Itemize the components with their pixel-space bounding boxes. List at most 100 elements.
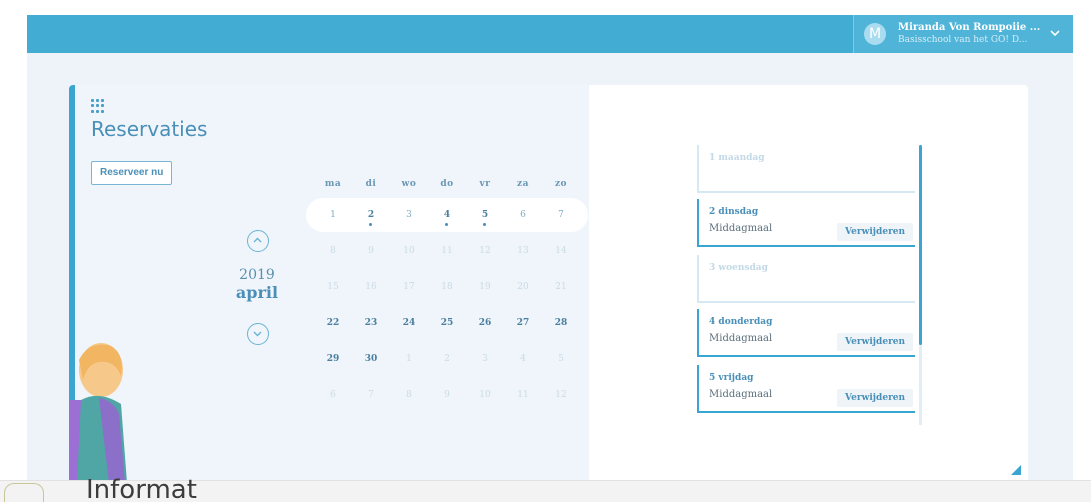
calendar-day[interactable]: 14	[542, 233, 580, 269]
calendar-week[interactable]: 8 9 10 11 12 13 14	[314, 233, 600, 269]
calendar-grid: ma di wo do vr za zo 1 2 3 4 5 6 7 8 9 10 11 12 13 14 15 16 17…	[306, 171, 600, 413]
calendar-day[interactable]: 6	[504, 197, 542, 233]
calendar-day[interactable]: 19	[466, 269, 504, 305]
day-list-item[interactable]: 1 maandag	[697, 145, 915, 193]
calendar-day[interactable]: 3	[390, 197, 428, 233]
calendar-week[interactable]: 15 16 17 18 19 20 21	[314, 269, 600, 305]
meal-label: Middagmaal	[709, 389, 773, 400]
calendar-day[interactable]: 2	[352, 197, 390, 233]
calendar-day-number: 15	[327, 282, 339, 292]
calendar-day[interactable]: 11	[504, 377, 542, 413]
calendar-day-number: 7	[558, 210, 564, 220]
calendar-day[interactable]: 8	[390, 377, 428, 413]
page-title: Reservaties	[91, 117, 208, 141]
calendar-day[interactable]: 8	[314, 233, 352, 269]
day-label: 5 vrijdag	[709, 373, 754, 383]
calendar-day[interactable]: 7	[542, 197, 580, 233]
day-list-panel: 1 maandag 2 dinsdag Middagmaal Verwijderen 3…	[589, 85, 1028, 483]
watermark-bar: Informat	[0, 475, 1091, 502]
calendar-day[interactable]: 21	[542, 269, 580, 305]
calendar-week[interactable]: 1 2 3 4 5 6 7	[306, 197, 600, 233]
calendar-day[interactable]: 24	[390, 305, 428, 341]
calendar-day[interactable]: 11	[428, 233, 466, 269]
calendar-day-number: 5	[558, 354, 564, 364]
weekday-header: ma di wo do vr za zo	[314, 171, 600, 197]
calendar-week[interactable]: 22 23 24 25 26 27 28	[314, 305, 600, 341]
previous-month-button[interactable]	[247, 230, 269, 252]
calendar-day[interactable]: 7	[352, 377, 390, 413]
user-menu[interactable]: M Miranda Von Rompoiie ... Basisschool v…	[853, 15, 1073, 53]
calendar-weeks: 1 2 3 4 5 6 7 8 9 10 11 12 13 14 15 16 17 18 19 20 21 22 23 24 2…	[306, 197, 600, 413]
student-illustration	[69, 343, 127, 483]
delete-button[interactable]: Verwijderen	[837, 223, 914, 241]
calendar-day[interactable]: 13	[504, 233, 542, 269]
day-list-item[interactable]: 2 dinsdag Middagmaal Verwijderen	[697, 199, 915, 247]
calendar-day-number: 12	[479, 246, 491, 256]
calendar-week[interactable]: 6 7 8 9 10 11 12	[314, 377, 600, 413]
calendar-day[interactable]: 9	[352, 233, 390, 269]
calendar-day[interactable]: 4	[504, 341, 542, 377]
resize-handle-icon[interactable]	[1011, 465, 1021, 475]
chevron-down-icon[interactable]	[1049, 27, 1061, 39]
calendar-day[interactable]: 6	[314, 377, 352, 413]
calendar-day[interactable]: 30	[352, 341, 390, 377]
calendar-day[interactable]: 25	[428, 305, 466, 341]
calendar-day[interactable]: 5	[542, 341, 580, 377]
calendar-day[interactable]: 1	[314, 197, 352, 233]
weekday-label: ma	[324, 179, 342, 189]
weekday-label: wo	[401, 179, 417, 189]
day-list-item[interactable]: 5 vrijdag Middagmaal Verwijderen	[697, 365, 915, 413]
calendar-day-number: 12	[555, 390, 567, 400]
calendar-day[interactable]: 12	[466, 233, 504, 269]
weekday-label: vr	[479, 179, 491, 189]
informat-logo	[4, 483, 44, 502]
day-label: 1 maandag	[709, 153, 765, 163]
calendar-day[interactable]: 27	[504, 305, 542, 341]
calendar-day[interactable]: 18	[428, 269, 466, 305]
calendar-day[interactable]: 17	[390, 269, 428, 305]
delete-button[interactable]: Verwijderen	[837, 333, 914, 351]
weekday-label: di	[365, 179, 377, 189]
calendar-day[interactable]: 5	[466, 197, 504, 233]
day-label: 4 donderdag	[709, 317, 773, 327]
calendar-day[interactable]: 9	[428, 377, 466, 413]
calendar-day[interactable]: 2	[428, 341, 466, 377]
calendar-day[interactable]: 10	[390, 233, 428, 269]
weekday-label: zo	[554, 179, 568, 189]
day-list-item[interactable]: 3 woensdag	[697, 255, 915, 303]
calendar-day[interactable]: 16	[352, 269, 390, 305]
calendar-day[interactable]: 29	[314, 341, 352, 377]
calendar-day-number: 13	[517, 246, 529, 256]
calendar-day-number: 10	[403, 246, 415, 256]
calendar-day-number: 27	[516, 318, 530, 328]
calendar-day[interactable]: 28	[542, 305, 580, 341]
calendar-day[interactable]: 3	[466, 341, 504, 377]
next-month-button[interactable]	[247, 323, 269, 345]
calendar-day[interactable]: 10	[466, 377, 504, 413]
day-list-item[interactable]: 4 donderdag Middagmaal Verwijderen	[697, 309, 915, 357]
calendar-day[interactable]: 1	[390, 341, 428, 377]
reserve-now-button[interactable]: Reserveer nu	[91, 161, 173, 185]
calendar-day[interactable]: 12	[542, 377, 580, 413]
calendar-day[interactable]: 23	[352, 305, 390, 341]
calendar-week[interactable]: 29 30 1 2 3 4 5	[314, 341, 600, 377]
calendar-day-number: 28	[554, 318, 568, 328]
watermark-text: Informat	[86, 475, 197, 502]
calendar-day[interactable]: 26	[466, 305, 504, 341]
calendar-day-number: 21	[555, 282, 567, 292]
calendar-day[interactable]: 15	[314, 269, 352, 305]
calendar-day-number: 6	[330, 390, 336, 400]
delete-button[interactable]: Verwijderen	[837, 389, 914, 407]
calendar-day-number: 6	[520, 210, 526, 220]
calendar-day[interactable]: 20	[504, 269, 542, 305]
calendar-day[interactable]: 4	[428, 197, 466, 233]
calendar-day-number: 22	[326, 318, 340, 328]
calendar-panel: Reservaties Reserveer nu 2019 april ma di…	[69, 85, 589, 483]
calendar-day[interactable]: 22	[314, 305, 352, 341]
weekday-label: za	[517, 179, 529, 189]
calendar-day-number: 11	[441, 246, 453, 256]
calendar-day-number: 9	[444, 390, 450, 400]
calendar-day-number: 8	[330, 246, 336, 256]
calendar-month: april	[235, 283, 279, 302]
apps-grid-icon[interactable]	[91, 99, 105, 113]
